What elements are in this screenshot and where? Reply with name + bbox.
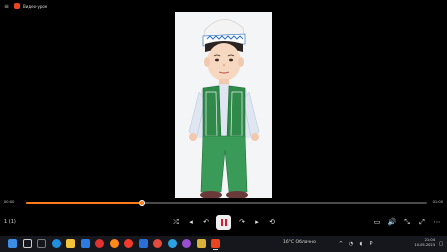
search-icon[interactable] bbox=[22, 239, 32, 248]
menu-icon[interactable]: ≡ bbox=[2, 2, 11, 10]
windows-taskbar: 16°C Облачно ^ ◔ ◖ Р 21:04 10.05.2023 ▢ bbox=[0, 236, 447, 252]
system-clock[interactable]: 21:04 10.05.2023 bbox=[414, 238, 435, 248]
chrome-icon[interactable] bbox=[153, 239, 162, 248]
photos-icon[interactable] bbox=[182, 239, 191, 248]
chevron-up-icon[interactable]: ^ bbox=[338, 241, 344, 247]
notifications-icon[interactable]: ▢ bbox=[438, 241, 444, 247]
video-area[interactable] bbox=[0, 12, 447, 198]
file-explorer-icon[interactable] bbox=[66, 239, 75, 248]
more-icon[interactable]: ⋯ bbox=[432, 217, 442, 227]
progress-track[interactable] bbox=[26, 200, 427, 206]
network-icon[interactable]: ◔ bbox=[348, 241, 354, 247]
speaker-icon[interactable]: ◖ bbox=[358, 241, 364, 247]
weather-widget[interactable]: 16°C Облачно bbox=[283, 240, 316, 245]
mail-icon[interactable] bbox=[138, 239, 148, 248]
language-icon[interactable]: Р bbox=[368, 241, 374, 247]
media-player-icon[interactable] bbox=[211, 239, 220, 250]
previous-icon[interactable]: ◂ bbox=[186, 217, 196, 227]
boy-illustration bbox=[188, 19, 260, 198]
clock-date: 10.05.2023 bbox=[414, 243, 435, 247]
media-player-app-icon bbox=[14, 3, 20, 9]
title-bar: ≡ Видео-урок bbox=[0, 0, 447, 12]
subtitles-icon[interactable]: ▭ bbox=[372, 217, 382, 227]
shuffle-icon[interactable]: ⤮ bbox=[171, 217, 181, 227]
fullscreen-icon[interactable]: ⤢ bbox=[417, 217, 427, 227]
edge-icon[interactable] bbox=[51, 239, 61, 248]
yandex-icon[interactable] bbox=[124, 239, 133, 248]
rewind-icon[interactable]: ↶ bbox=[201, 217, 211, 227]
video-frame bbox=[175, 12, 272, 198]
window-title: Видео-урок bbox=[23, 3, 48, 9]
store-icon[interactable] bbox=[80, 239, 90, 248]
progress-fill bbox=[26, 202, 143, 204]
pause-button[interactable] bbox=[216, 215, 231, 230]
duration-time: 01:00 bbox=[432, 200, 443, 204]
seek-bar[interactable]: 00:00 01:00 bbox=[0, 198, 447, 210]
telegram-icon[interactable] bbox=[167, 239, 177, 248]
next-icon[interactable]: ▸ bbox=[252, 217, 262, 227]
seek-handle[interactable] bbox=[139, 200, 146, 206]
opera-icon[interactable] bbox=[95, 239, 104, 248]
forward-icon[interactable]: ↷ bbox=[237, 217, 247, 227]
pause-icon bbox=[220, 219, 223, 226]
repeat-icon[interactable]: ⟲ bbox=[267, 217, 277, 227]
current-time: 00:00 bbox=[4, 200, 15, 204]
windows-start-icon[interactable] bbox=[8, 239, 17, 248]
playback-speed[interactable]: 1 (1) bbox=[4, 219, 16, 225]
task-view-icon[interactable] bbox=[37, 239, 46, 248]
pause-icon-bar bbox=[224, 219, 227, 226]
playback-controls: 1 (1) ⤮ ◂ ↶ ↷ ▸ ⟲ ▭ 🔊 ⤡ ⤢ ⋯ bbox=[0, 212, 447, 234]
volume-icon[interactable]: 🔊 bbox=[387, 217, 397, 227]
minimize-player-icon[interactable]: ⤡ bbox=[402, 217, 412, 227]
firefox-icon[interactable] bbox=[109, 239, 119, 248]
folder-icon[interactable] bbox=[196, 239, 206, 248]
